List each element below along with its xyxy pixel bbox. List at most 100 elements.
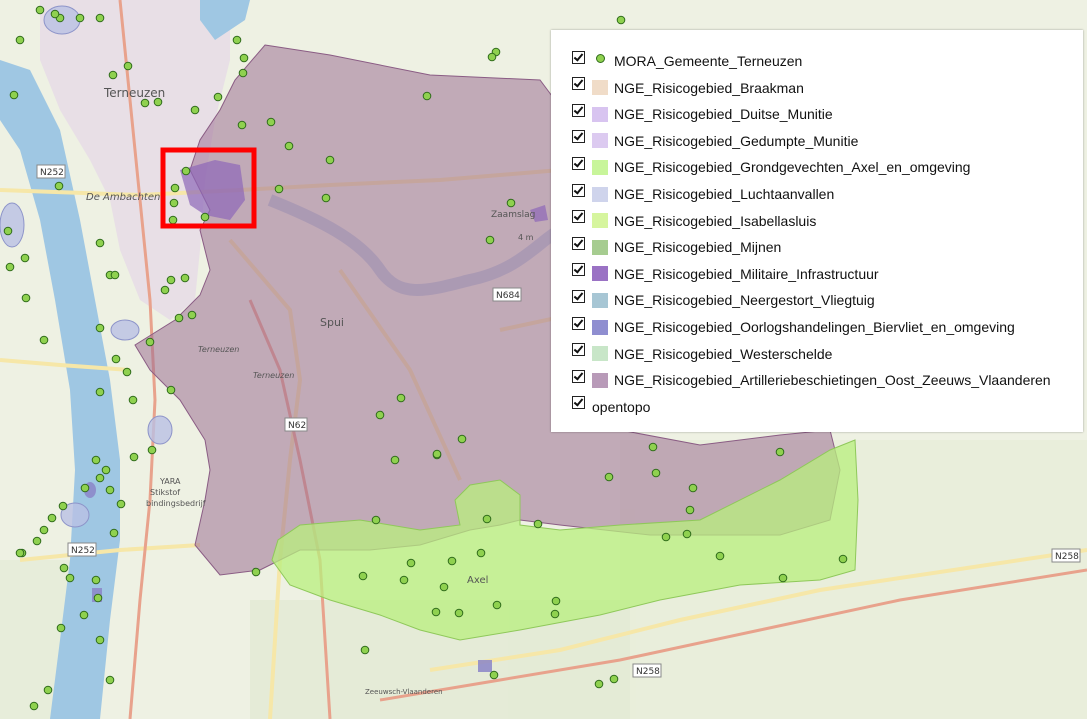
mora-point[interactable] [129, 452, 139, 462]
mora-point[interactable] [3, 226, 13, 236]
legend-item[interactable]: opentopo [572, 396, 650, 418]
mora-point[interactable] [140, 98, 150, 108]
mora-point[interactable] [487, 52, 497, 62]
mora-point[interactable] [95, 323, 105, 333]
mora-point[interactable] [181, 166, 191, 176]
mora-point[interactable] [604, 472, 614, 482]
layer-visibility-checkbox[interactable] [572, 369, 585, 383]
layer-visibility-checkbox[interactable] [572, 50, 585, 64]
layer-visibility-checkbox[interactable] [572, 210, 585, 224]
mora-point[interactable] [145, 337, 155, 347]
legend-item[interactable]: NGE_Risicogebied_Grondgevechten_Axel_en_… [572, 156, 970, 178]
mora-point[interactable] [32, 536, 42, 546]
mora-point[interactable] [190, 105, 200, 115]
layer-visibility-checkbox[interactable] [572, 77, 585, 91]
mora-point[interactable] [169, 198, 179, 208]
mora-point[interactable] [399, 575, 409, 585]
mora-point[interactable] [95, 387, 105, 397]
mora-point[interactable] [375, 410, 385, 420]
mora-point[interactable] [58, 501, 68, 511]
mora-point[interactable] [93, 593, 103, 603]
mora-point[interactable] [238, 68, 248, 78]
mora-point[interactable] [5, 262, 15, 272]
mora-point[interactable] [688, 483, 698, 493]
mora-point[interactable] [65, 573, 75, 583]
legend-item[interactable]: NGE_Risicogebied_Braakman [572, 77, 804, 99]
mora-point[interactable] [715, 551, 725, 561]
mora-point[interactable] [390, 455, 400, 465]
mora-point[interactable] [648, 442, 658, 452]
mora-point[interactable] [439, 582, 449, 592]
mora-point[interactable] [237, 120, 247, 130]
legend-item[interactable]: NGE_Risicogebied_Militaire_Infrastructuu… [572, 263, 879, 285]
mora-point[interactable] [594, 679, 604, 689]
legend-item[interactable]: NGE_Risicogebied_Luchtaanvallen [572, 183, 834, 205]
mora-point[interactable] [200, 212, 210, 222]
mora-point[interactable] [213, 92, 223, 102]
mora-point[interactable] [838, 554, 848, 564]
mora-point[interactable] [43, 685, 53, 695]
mora-point[interactable] [422, 91, 432, 101]
legend-item[interactable]: NGE_Risicogebied_Artilleriebeschietingen… [572, 369, 1051, 391]
mora-point[interactable] [95, 13, 105, 23]
mora-point[interactable] [105, 675, 115, 685]
legend-item[interactable]: MORA_Gemeente_Terneuzen [572, 50, 802, 72]
mora-point[interactable] [59, 563, 69, 573]
mora-point[interactable] [47, 513, 57, 523]
mora-point[interactable] [274, 184, 284, 194]
legend-item[interactable]: NGE_Risicogebied_Duitse_Munitie [572, 103, 833, 125]
mora-point[interactable] [551, 596, 561, 606]
mora-point[interactable] [506, 198, 516, 208]
mora-point[interactable] [406, 558, 416, 568]
mora-point[interactable] [39, 335, 49, 345]
legend-item[interactable]: NGE_Risicogebied_Mijnen [572, 236, 781, 258]
mora-point[interactable] [284, 141, 294, 151]
mora-point[interactable] [35, 5, 45, 15]
mora-point[interactable] [239, 53, 249, 63]
mora-point[interactable] [476, 548, 486, 558]
mora-point[interactable] [661, 532, 671, 542]
layer-visibility-checkbox[interactable] [572, 236, 585, 250]
mora-point[interactable] [168, 215, 178, 225]
mora-point[interactable] [371, 515, 381, 525]
mora-point[interactable] [95, 635, 105, 645]
mora-point[interactable] [266, 117, 276, 127]
mora-point[interactable] [482, 514, 492, 524]
mora-point[interactable] [54, 181, 64, 191]
mora-point[interactable] [232, 35, 242, 45]
mora-point[interactable] [153, 97, 163, 107]
layer-visibility-checkbox[interactable] [572, 396, 585, 410]
mora-point[interactable] [122, 367, 132, 377]
mora-point[interactable] [108, 70, 118, 80]
mora-point[interactable] [187, 310, 197, 320]
mora-point[interactable] [123, 61, 133, 71]
mora-point[interactable] [174, 313, 184, 323]
mora-point[interactable] [778, 573, 788, 583]
legend-item[interactable]: NGE_Risicogebied_Gedumpte_Munitie [572, 130, 858, 152]
layer-visibility-checkbox[interactable] [572, 130, 585, 144]
mora-point[interactable] [160, 285, 170, 295]
layer-visibility-checkbox[interactable] [572, 183, 585, 197]
mora-point[interactable] [489, 670, 499, 680]
mora-point[interactable] [20, 253, 30, 263]
mora-point[interactable] [50, 9, 60, 19]
mora-point[interactable] [147, 445, 157, 455]
mora-point[interactable] [533, 519, 543, 529]
mora-point[interactable] [775, 447, 785, 457]
mora-point[interactable] [116, 499, 126, 509]
mora-point[interactable] [170, 183, 180, 193]
mora-point[interactable] [75, 13, 85, 23]
mora-point[interactable] [431, 607, 441, 617]
mora-point[interactable] [15, 548, 25, 558]
mora-point[interactable] [9, 90, 19, 100]
mora-point[interactable] [80, 483, 90, 493]
mora-point[interactable] [29, 701, 39, 711]
mora-point[interactable] [15, 35, 25, 45]
mora-point[interactable] [39, 525, 49, 535]
layer-visibility-checkbox[interactable] [572, 289, 585, 303]
mora-point[interactable] [56, 623, 66, 633]
legend-item[interactable]: NGE_Risicogebied_Neergestort_Vliegtuig [572, 289, 875, 311]
mora-point[interactable] [360, 645, 370, 655]
mora-point[interactable] [79, 610, 89, 620]
mora-point[interactable] [325, 155, 335, 165]
